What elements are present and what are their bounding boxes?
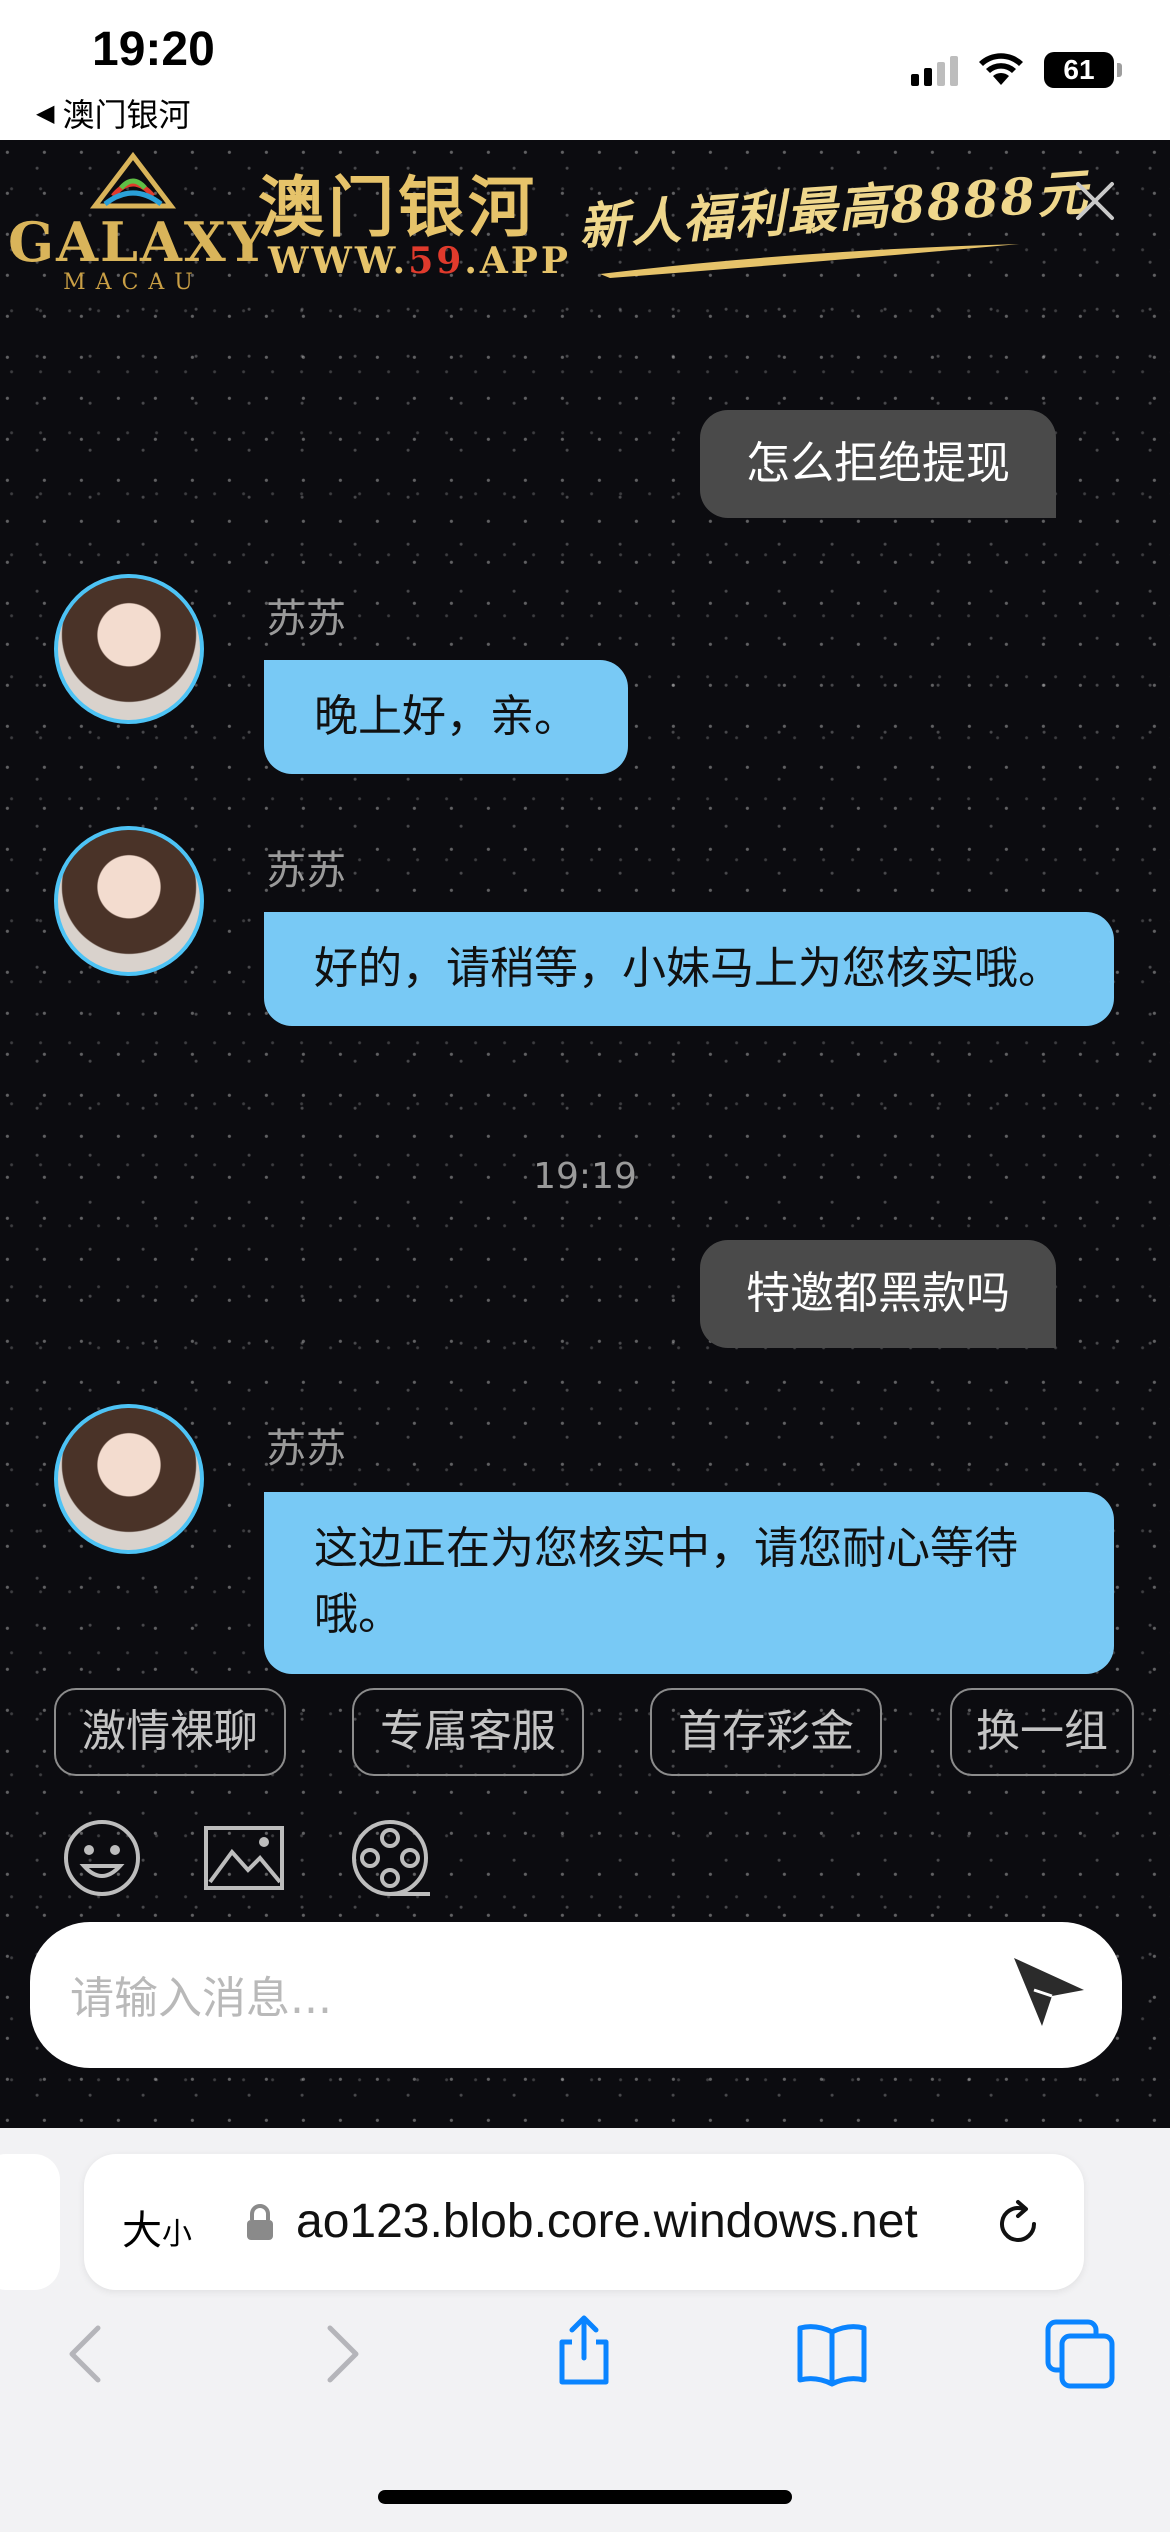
banner: GALAXY MACAU 澳门银河 WWW.59.APP 新人福利最高8888元 [0,140,1170,310]
agent-message: 好的，请稍等，小妹马上为您核实哦。 [264,912,1114,1026]
agent-message: 晚上好，亲。 [264,660,628,774]
film-reel-icon[interactable] [348,1816,432,1900]
message-timestamp: 19:19 [533,1156,637,1197]
forward-icon[interactable] [304,2318,376,2390]
back-to-app-link[interactable]: ◀ 澳门银河 [36,90,190,136]
quick-reply-button[interactable]: 激情裸聊 [54,1688,286,1776]
lock-icon [247,2204,273,2240]
emoji-icon[interactable] [60,1816,144,1900]
message-input-bar: 请输入消息... [30,1922,1122,2068]
send-button[interactable] [1008,1950,1090,2032]
quick-reply-button[interactable]: 首存彩金 [650,1688,882,1776]
status-time: 19:20 [92,23,215,76]
back-app-label: 澳门银河 [62,96,191,134]
chat-area: GALAXY MACAU 澳门银河 WWW.59.APP 新人福利最高8888元… [0,140,1170,2128]
home-indicator[interactable] [378,2490,792,2504]
close-banner-button[interactable] [1072,178,1118,224]
quick-reply-button[interactable]: 专属客服 [352,1688,584,1776]
banner-title: 澳门银河 [258,168,538,246]
galaxy-logo: GALAXY MACAU [8,152,269,302]
logo-sub: MACAU [63,270,203,295]
battery-icon: 61 [1044,52,1122,88]
back-icon[interactable] [52,2318,124,2390]
user-message: 特邀都黑款吗 [700,1240,1056,1348]
promo-swoosh-decoration [600,244,1020,278]
tabs-icon[interactable] [1044,2318,1116,2390]
agent-avatar[interactable] [54,574,204,724]
logo-word: GALAXY [8,210,269,274]
agent-name: 苏苏 [266,596,346,642]
user-message: 怎么拒绝提现 [700,410,1056,518]
agent-avatar[interactable] [54,1404,204,1554]
status-icons: 61 [911,52,1122,88]
image-icon[interactable] [202,1816,286,1900]
agent-name: 苏苏 [266,1426,346,1472]
address-bar[interactable]: 大小 ao123.blob.core.windows.net [84,2154,1084,2290]
text-size-button[interactable]: 大小 [122,2198,192,2256]
reload-icon[interactable] [992,2198,1044,2250]
wifi-icon [979,53,1023,85]
cellular-signal-icon [911,54,958,86]
status-bar: 19:20 ◀ 澳门银河 61 [0,0,1170,140]
back-triangle-icon: ◀ [36,99,55,127]
quick-reply-row: 激情裸聊 专属客服 首存彩金 换一组 [0,1688,1170,1780]
safari-toolbar: 大小 ao123.blob.core.windows.net [0,2128,1170,2532]
bookmarks-icon[interactable] [796,2318,868,2390]
message-input[interactable]: 请输入消息... [70,1962,332,2026]
url-text[interactable]: ao123.blob.core.windows.net [296,2194,1036,2249]
agent-name: 苏苏 [266,848,346,894]
agent-avatar[interactable] [54,826,204,976]
change-group-button[interactable]: 换一组 [950,1688,1134,1776]
banner-url: WWW.59.APP [268,240,571,282]
previous-tab-peek[interactable] [0,2154,60,2290]
agent-message: 这边正在为您核实中，请您耐心等待哦。 [264,1492,1114,1674]
share-icon[interactable] [548,2314,620,2386]
